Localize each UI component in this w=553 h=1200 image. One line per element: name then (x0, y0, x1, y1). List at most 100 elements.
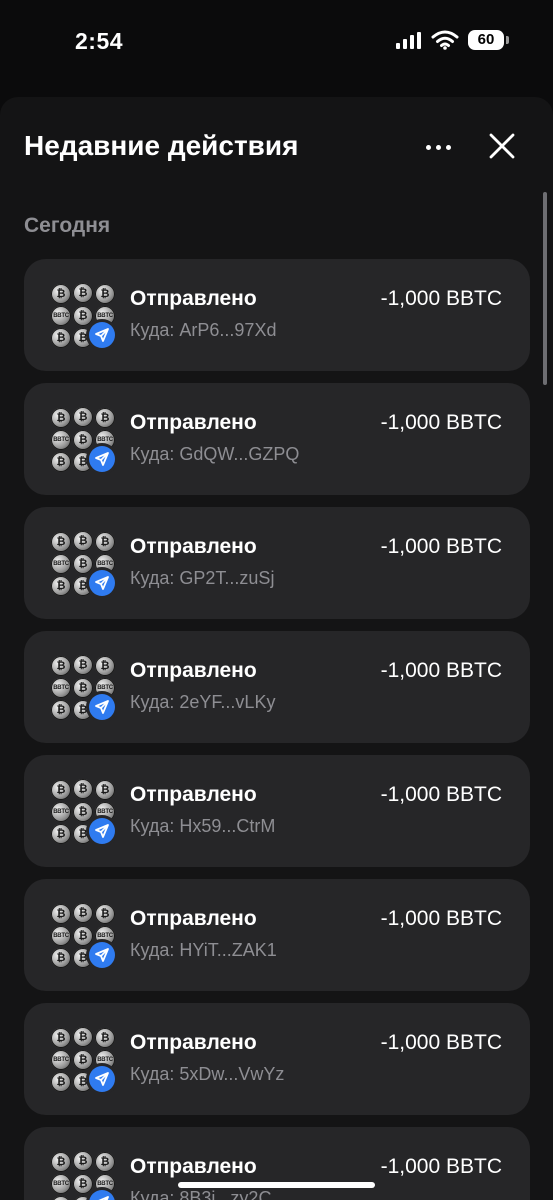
bitcoin-coin-icon: BBTC (51, 926, 71, 946)
close-button[interactable] (484, 131, 520, 163)
transaction-title: Отправлено (130, 659, 257, 682)
transaction-item[interactable]: ₿ ₿ ₿ BBTC ₿ BBTC ₿ ₿ Отправлено Куда: ArP6...97X… (24, 259, 530, 371)
transaction-amount: -1,000 BBTC (380, 287, 502, 310)
transaction-item[interactable]: ₿ ₿ ₿ BBTC ₿ BBTC ₿ ₿ Отправлено Куда: 5xDw...VwY… (24, 1003, 530, 1115)
close-icon (489, 133, 515, 159)
bitcoin-coin-icon: ₿ (73, 1050, 93, 1070)
bitcoin-coin-icon: ₿ (73, 802, 93, 822)
ellipsis-dot (445, 144, 451, 150)
token-icon-grid: ₿₿₿BBTC₿BBTC₿₿ (50, 531, 116, 597)
bitcoin-coin-icon: ₿ (73, 531, 93, 551)
bitcoin-coin-icon: ₿ (73, 779, 93, 799)
more-options-button[interactable] (420, 131, 456, 163)
bitcoin-coin-icon: ₿ (51, 408, 71, 428)
battery-cap (506, 36, 509, 44)
transaction-item[interactable]: ₿ ₿ ₿ BBTC ₿ BBTC ₿ ₿ Отправлено Куда: Hx59...Ctr… (24, 755, 530, 867)
bitcoin-coin-icon: ₿ (51, 576, 71, 596)
bitcoin-coin-icon: ₿ (51, 284, 71, 304)
send-arrow-icon (89, 694, 115, 720)
transaction-title: Отправлено (130, 535, 257, 558)
bitcoin-coin-icon: ₿ (73, 903, 93, 923)
token-icon-grid: ₿₿₿BBTC₿BBTC₿₿ (50, 283, 116, 349)
transaction-recipient: Куда: GdQW...GZPQ (130, 444, 300, 464)
bitcoin-coin-icon: ₿ (73, 430, 93, 450)
bitcoin-coin-icon: ₿ (95, 408, 115, 428)
status-bar: 2:54 60 (0, 0, 553, 90)
bitcoin-coin-icon: ₿ (73, 678, 93, 698)
bitcoin-coin-icon: ₿ (51, 824, 71, 844)
bitcoin-coin-icon: ₿ (73, 283, 93, 303)
transaction-item[interactable]: ₿ ₿ ₿ BBTC ₿ BBTC ₿ ₿ Отправлено Куда: HYiT...ZAK… (24, 879, 530, 991)
transaction-amount: -1,000 BBTC (380, 659, 502, 682)
send-arrow-icon (89, 818, 115, 844)
transaction-item[interactable]: ₿ ₿ ₿ BBTC ₿ BBTC ₿ ₿ Отправлено Куда: GP2T...zuS… (24, 507, 530, 619)
bitcoin-coin-icon: BBTC (51, 430, 71, 450)
transaction-title: Отправлено (130, 411, 257, 434)
send-arrow-icon (89, 1066, 115, 1092)
bitcoin-coin-icon: ₿ (51, 700, 71, 720)
send-arrow-icon (89, 942, 115, 968)
token-icon-grid: ₿₿₿BBTC₿BBTC₿₿ (50, 655, 116, 721)
transaction-title: Отправлено (130, 287, 257, 310)
transaction-item[interactable]: ₿ ₿ ₿ BBTC ₿ BBTC ₿ ₿ Отправлено Куда: GdQW...GZP… (24, 383, 530, 495)
transaction-recipient: Куда: HYiT...ZAK1 (130, 940, 277, 960)
transaction-title: Отправлено (130, 1031, 257, 1054)
transaction-amount: -1,000 BBTC (380, 535, 502, 558)
transaction-title: Отправлено (130, 1155, 257, 1178)
bitcoin-coin-icon: ₿ (73, 926, 93, 946)
transaction-title: Отправлено (130, 907, 257, 930)
token-icon-grid: ₿₿₿BBTC₿BBTC₿₿ (50, 779, 116, 845)
transaction-recipient: Куда: GP2T...zuSj (130, 568, 275, 588)
status-time: 2:54 (75, 28, 124, 54)
battery-indicator: 60 (468, 30, 504, 50)
send-arrow-icon (89, 446, 115, 472)
bitcoin-coin-icon: ₿ (51, 1028, 71, 1048)
bitcoin-coin-icon: ₿ (73, 554, 93, 574)
send-arrow-icon (89, 570, 115, 596)
cellular-signal-icon (396, 32, 421, 49)
bitcoin-coin-icon: ₿ (73, 655, 93, 675)
transaction-recipient: Куда: 2eYF...vLKy (130, 692, 276, 712)
bitcoin-coin-icon: ₿ (51, 904, 71, 924)
bitcoin-coin-icon: ₿ (95, 1152, 115, 1172)
send-arrow-icon (89, 322, 115, 348)
bitcoin-coin-icon: ₿ (51, 1072, 71, 1092)
transaction-amount: -1,000 BBTC (380, 411, 502, 434)
transaction-recipient: Куда: 8B3j...zy2C (130, 1188, 272, 1200)
transaction-list: ₿ ₿ ₿ BBTC ₿ BBTC ₿ ₿ Отправлено Куда: ArP6...97X… (24, 259, 530, 1200)
transaction-amount: -1,000 BBTC (380, 783, 502, 806)
bitcoin-coin-icon: ₿ (51, 656, 71, 676)
bitcoin-coin-icon: ₿ (51, 780, 71, 800)
bitcoin-coin-icon: ₿ (73, 1174, 93, 1194)
transaction-recipient: Куда: ArP6...97Xd (130, 320, 277, 340)
transaction-amount: -1,000 BBTC (380, 1155, 502, 1178)
transaction-recipient: Куда: Hx59...CtrM (130, 816, 276, 836)
bitcoin-coin-icon: ₿ (95, 284, 115, 304)
transaction-item[interactable]: ₿ ₿ ₿ BBTC ₿ BBTC ₿ ₿ Отправлено Куда: 2eYF...vLK… (24, 631, 530, 743)
scrollbar[interactable] (543, 192, 547, 385)
token-icon-grid: ₿₿₿BBTC₿BBTC₿₿ (50, 407, 116, 473)
transaction-amount: -1,000 BBTC (380, 907, 502, 930)
sheet-title: Недавние действия (24, 130, 299, 161)
home-indicator[interactable] (178, 1182, 375, 1188)
token-icon-grid: ₿₿₿BBTC₿BBTC₿₿ (50, 1027, 116, 1093)
bitcoin-coin-icon: ₿ (51, 328, 71, 348)
wifi-icon (431, 30, 459, 50)
bitcoin-coin-icon: ₿ (73, 1027, 93, 1047)
bitcoin-coin-icon: ₿ (51, 1196, 71, 1200)
bitcoin-coin-icon: BBTC (51, 678, 71, 698)
bitcoin-coin-icon: BBTC (51, 1050, 71, 1070)
bitcoin-coin-icon: ₿ (95, 1028, 115, 1048)
token-icon-grid: ₿₿₿BBTC₿BBTC₿₿ (50, 1151, 116, 1200)
bitcoin-coin-icon: ₿ (73, 306, 93, 326)
transaction-item[interactable]: ₿₿₿BBTC₿BBTC₿₿ Отправлено Куда: 8B3j...zy2… (24, 1127, 530, 1200)
bitcoin-coin-icon: ₿ (73, 407, 93, 427)
bitcoin-coin-icon: BBTC (51, 1174, 71, 1194)
bitcoin-coin-icon: ₿ (73, 1151, 93, 1171)
transaction-recipient: Куда: 5xDw...VwYz (130, 1064, 285, 1084)
section-label-today: Сегодня (24, 214, 111, 237)
bitcoin-coin-icon: BBTC (51, 554, 71, 574)
bitcoin-coin-icon: ₿ (95, 656, 115, 676)
bitcoin-coin-icon: ₿ (51, 452, 71, 472)
bitcoin-coin-icon: ₿ (51, 532, 71, 552)
